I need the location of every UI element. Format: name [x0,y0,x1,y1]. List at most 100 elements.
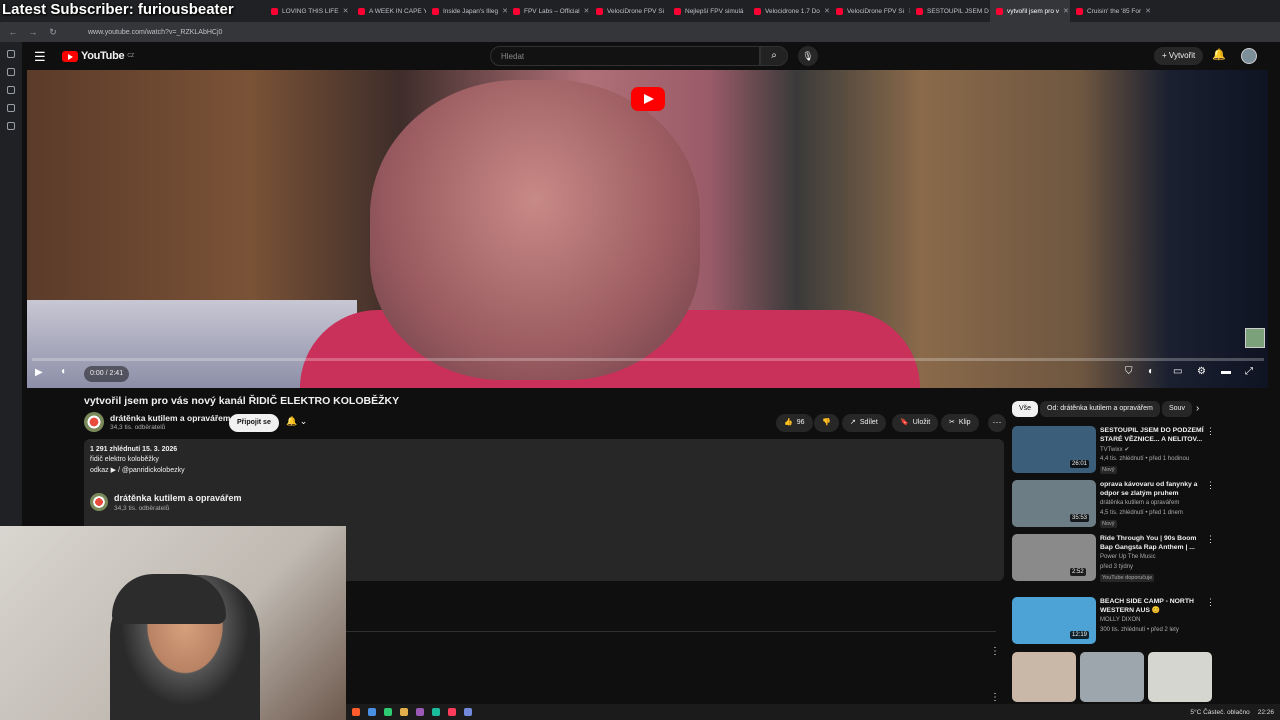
browser-tab[interactable]: A WEEK IN CAPE Y✕ [352,0,426,22]
sidebar-icon[interactable] [7,50,15,58]
youtube-logo[interactable]: YouTube CZ [62,50,134,62]
browser-tab[interactable]: SESTOUPIL JSEM D✕ [910,0,990,22]
shorts-thumbnail[interactable] [1148,652,1212,702]
play-icon[interactable]: ▶ [35,367,43,378]
subscribe-bell-icon[interactable]: 🔔 ⌄ [286,416,307,427]
recommended-channel[interactable]: Power Up The Music [1100,554,1156,560]
recommended-video[interactable]: 2:52 Ride Through You | 90s Boom Bap Gang… [1012,534,1215,584]
kebab-menu-icon[interactable]: ⋮ [990,646,1000,657]
chip-related[interactable]: Souv [1162,401,1192,417]
kebab-menu-icon[interactable]: ⋮ [1206,480,1215,491]
volume-icon[interactable]: ◖ [60,366,66,377]
recommended-channel[interactable]: MOLLY DIXON [1100,617,1140,623]
recommended-title[interactable]: SESTOUPIL JSEM DO PODZEMÍ STARÉ VĚZNICE.… [1100,426,1206,444]
chip-from-channel[interactable]: Od: drátěnka kutilem a opravářem [1040,401,1160,417]
recommended-title[interactable]: oprava kávovaru od fanynky a odpor se zl… [1100,480,1206,498]
sidebar-icon[interactable] [7,68,15,76]
share-label: Sdílet [859,419,878,426]
subtitles-icon[interactable]: ▭ [1173,366,1182,377]
taskbar-app-icon[interactable] [416,708,424,716]
close-icon[interactable]: ✕ [584,7,590,15]
fullscreen-icon[interactable]: ⤢ [1245,366,1253,377]
kebab-menu-icon[interactable]: ⋮ [1206,597,1215,608]
settings-gear-icon[interactable]: ⚙ [1197,366,1206,377]
taskbar-app-icon[interactable] [384,708,392,716]
recommended-title[interactable]: Ride Through You | 90s Boom Bap Gangsta … [1100,534,1206,552]
sidebar-icon[interactable] [7,104,15,112]
kebab-menu-icon[interactable]: ⋮ [990,692,1000,703]
kebab-menu-icon[interactable]: ⋮ [1206,426,1215,437]
chip-all[interactable]: Vše [1012,401,1039,417]
search-icon[interactable]: ⌕ [760,46,788,66]
weather-text[interactable]: 5°C Částeč. oblačno [1190,709,1249,716]
taskbar-app-icon[interactable] [352,708,360,716]
recommended-channel[interactable]: drátěnka kutilem a opravářem [1100,500,1179,506]
create-label: Vytvořit [1168,51,1196,60]
recommended-channel[interactable]: TVTwixx ✔ [1100,446,1129,453]
browser-tab[interactable]: VelociDrone FPV Si✕ [590,0,668,22]
taskbar-app-icon[interactable] [400,708,408,716]
forward-icon[interactable]: → [28,27,38,37]
close-icon[interactable]: ✕ [343,7,349,15]
sidebar-icon[interactable] [7,86,15,94]
back-icon[interactable]: ← [8,27,18,37]
microphone-icon[interactable]: 🎙 [798,46,818,66]
taskbar-app-icon[interactable] [368,708,376,716]
browser-tab[interactable]: Velocidrone 1.7 Do ✕ [748,0,830,22]
tab-label: vytvořil jsem pro v [1007,7,1060,15]
description-channel-avatar[interactable] [90,493,108,511]
user-avatar[interactable] [1241,48,1257,64]
recommended-video[interactable]: 12:19 BEACH SIDE CAMP - NORTH WESTERN AUS… [1012,597,1215,647]
save-button[interactable]: 🔖 Uložit [892,414,939,432]
dislike-button[interactable]: 👎 [814,414,839,432]
taskbar-app-icon[interactable] [464,708,472,716]
sidebar-icon[interactable] [7,122,15,130]
url-field[interactable]: www.youtube.com/watch?v=_RZKLAbHCj0 [88,29,222,36]
search-input[interactable]: Hledat [490,46,760,66]
hamburger-menu-icon[interactable]: ☰ [34,49,46,65]
kebab-menu-icon[interactable]: ⋮ [1206,534,1215,545]
clock-text[interactable]: 22:26 [1258,709,1274,716]
chevron-right-icon[interactable]: › [1196,403,1199,414]
close-icon[interactable]: ✕ [1145,7,1150,15]
like-button[interactable]: 👍 96 [776,414,813,432]
autoplay-toggle[interactable]: ◐ [1148,366,1154,377]
browser-tab[interactable]: Cruisin' the '85 For ✕ [1070,0,1150,22]
browser-tab[interactable]: VelociDrone FPV Si✕ [830,0,910,22]
taskbar: 5°C Částeč. oblačno 22:26 [346,704,1280,720]
browser-tab[interactable]: Inside Japan's Illeg ✕ [426,0,507,22]
shield-icon[interactable]: ⛉ [1125,366,1133,377]
tab-label: A WEEK IN CAPE Y [369,7,426,15]
create-button[interactable]: + Vytvořit [1154,47,1204,65]
join-button[interactable]: Připojit se [229,414,279,432]
notifications-bell-icon[interactable]: 🔔 [1212,48,1226,61]
browser-tab[interactable]: Nejlepší FPV simulá✕ [668,0,748,22]
channel-name[interactable]: drátěnka kutilem a opravářem [110,413,230,423]
share-button[interactable]: ↗ Sdílet [842,414,886,432]
channel-avatar[interactable] [84,412,104,432]
channel-watermark[interactable] [1245,328,1265,348]
recommended-video[interactable]: 26:01 SESTOUPIL JSEM DO PODZEMÍ STARÉ VĚZ… [1012,426,1215,476]
browser-tab[interactable]: LOVING THIS LIFE ✕ [265,0,352,22]
reload-icon[interactable]: ↻ [48,27,58,38]
shorts-thumbnail[interactable] [1080,652,1144,702]
theater-mode-icon[interactable]: ▬ [1221,366,1231,377]
big-play-button[interactable] [631,87,665,111]
taskbar-app-icon[interactable] [432,708,440,716]
new-badge: YouTube doporučuje [1100,574,1155,582]
browser-tab[interactable]: FPV Labs – Official ✕ [507,0,590,22]
tab-label: SESTOUPIL JSEM D [927,7,989,15]
shorts-thumbnail[interactable] [1012,652,1076,702]
recommended-video[interactable]: 35:53 oprava kávovaru od fanynky a odpor … [1012,480,1215,530]
progress-bar[interactable] [32,358,1264,361]
description-channel-name[interactable]: drátěnka kutilem a opravářem [114,493,242,503]
taskbar-app-icon[interactable] [448,708,456,716]
browser-tab[interactable]: vytvořil jsem pro v ✕ [990,0,1070,22]
description-link[interactable]: odkaz ▶ / @panridickolobezky [90,466,185,474]
close-icon[interactable]: ✕ [1063,7,1069,15]
close-icon[interactable]: ✕ [824,7,830,15]
tab-label: VelociDrone FPV Si [607,7,665,15]
recommended-title[interactable]: BEACH SIDE CAMP - NORTH WESTERN AUS 😊 [1100,597,1206,615]
more-actions-icon[interactable]: ⋯ [988,414,1006,432]
clip-button[interactable]: ✂ Klip [941,414,979,432]
